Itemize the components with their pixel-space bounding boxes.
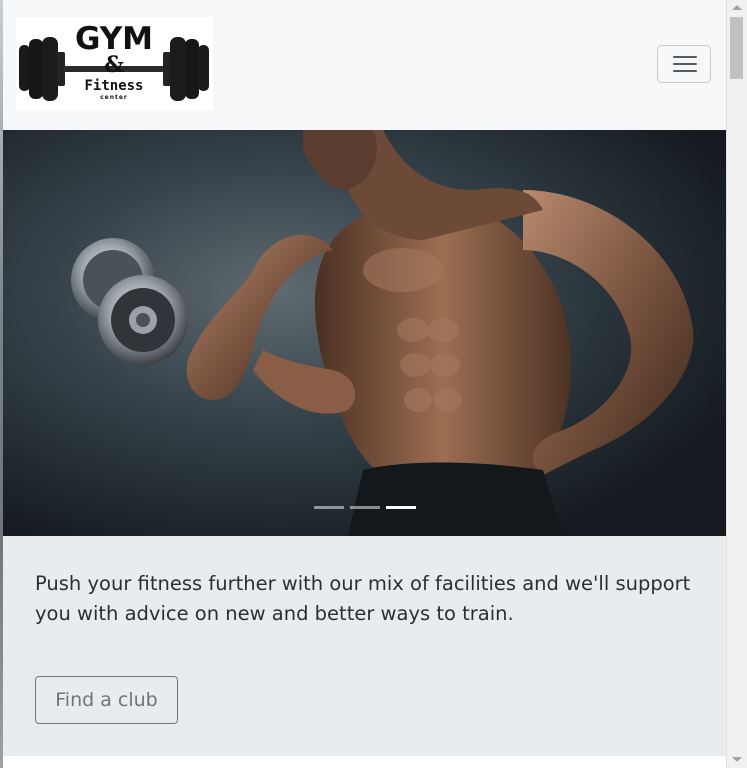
carousel-indicators [314,506,416,510]
scroll-up-arrow-icon[interactable] [732,5,742,10]
scroll-down-arrow-icon[interactable] [732,757,742,762]
carousel-indicator-2[interactable] [350,506,380,509]
scrollbar-thumb[interactable] [730,17,743,79]
logo-graphic: GYM & Fitness center [19,21,209,101]
hero-carousel[interactable] [3,130,726,536]
intro-lead-text: Push your fitness further with our mix o… [35,572,691,625]
next-section-edge [3,756,726,768]
carousel-indicator-1[interactable] [314,506,344,509]
logo-text-fitness: Fitness [84,78,143,94]
navbar: GYM & Fitness center [3,0,726,130]
page: GYM & Fitness center Push your fitness f… [3,0,726,768]
find-a-club-button[interactable]: Find a club [35,676,178,724]
bodybuilder-with-dumbbell-photo [3,130,726,536]
logo-text-amp: & [104,52,124,78]
navbar-toggler-button[interactable] [657,45,711,83]
intro-section: Push your fitness further with our mix o… [3,536,726,756]
logo-text-center: center [100,94,128,101]
carousel-indicator-3[interactable] [386,506,416,509]
vertical-scrollbar[interactable] [726,0,747,768]
brand-logo[interactable]: GYM & Fitness center [16,17,213,110]
